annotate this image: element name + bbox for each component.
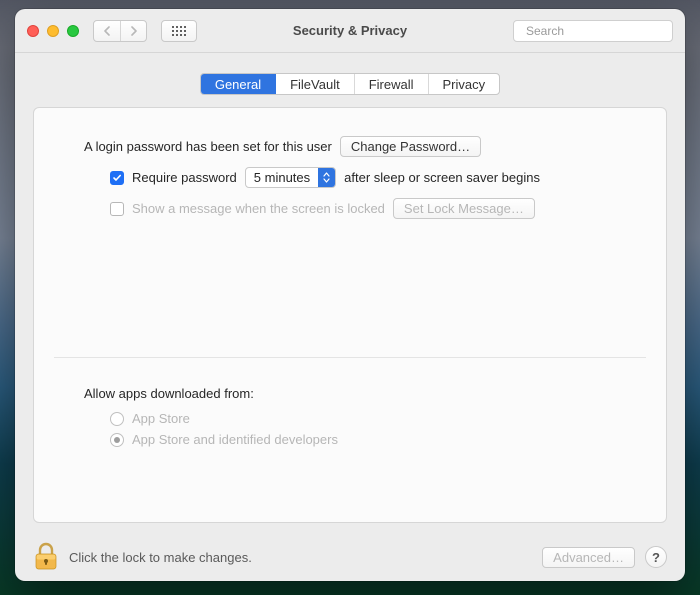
radio-app-store-label: App Store <box>132 411 190 426</box>
show-lock-message-label: Show a message when the screen is locked <box>132 201 385 216</box>
require-password-label-before: Require password <box>132 170 237 185</box>
tabs: General FileVault Firewall Privacy <box>200 73 500 95</box>
back-button[interactable] <box>94 21 120 41</box>
radio-identified-developers-label: App Store and identified developers <box>132 432 338 447</box>
radio-app-store: App Store <box>110 411 646 426</box>
change-password-button[interactable]: Change Password… <box>340 136 481 157</box>
forward-button[interactable] <box>120 21 146 41</box>
check-icon <box>112 173 122 183</box>
show-lock-message-checkbox <box>110 202 124 216</box>
login-password-row: A login password has been set for this u… <box>84 136 646 157</box>
content-area: General FileVault Firewall Privacy A log… <box>15 53 685 533</box>
zoom-window-button[interactable] <box>67 25 79 37</box>
require-password-label-after: after sleep or screen saver begins <box>344 170 540 185</box>
radio-app-store-button <box>110 412 124 426</box>
set-lock-message-button: Set Lock Message… <box>393 198 535 219</box>
tab-firewall[interactable]: Firewall <box>355 74 429 94</box>
show-all-button[interactable] <box>161 20 197 42</box>
require-password-delay-value: 5 minutes <box>246 170 318 185</box>
nav-back-forward <box>93 20 147 42</box>
preferences-window: Security & Privacy General FileVault Fir… <box>15 9 685 581</box>
require-password-checkbox[interactable] <box>110 171 124 185</box>
radio-identified-developers: App Store and identified developers <box>110 432 646 447</box>
close-window-button[interactable] <box>27 25 39 37</box>
tab-filevault[interactable]: FileVault <box>276 74 355 94</box>
allow-apps-label: Allow apps downloaded from: <box>84 386 646 401</box>
separator <box>54 357 646 358</box>
lock-button[interactable] <box>33 542 59 572</box>
require-password-row: Require password 5 minutes after sleep o… <box>110 167 646 188</box>
search-input[interactable] <box>524 23 683 39</box>
lock-icon <box>33 542 59 572</box>
radio-identified-developers-button <box>110 433 124 447</box>
require-password-delay-popup[interactable]: 5 minutes <box>245 167 336 188</box>
popup-stepper-icon <box>318 168 335 187</box>
footer: Click the lock to make changes. Advanced… <box>15 533 685 581</box>
help-button[interactable]: ? <box>645 546 667 568</box>
tab-bar: General FileVault Firewall Privacy <box>33 73 667 95</box>
advanced-button: Advanced… <box>542 547 635 568</box>
window-controls <box>27 25 79 37</box>
minimize-window-button[interactable] <box>47 25 59 37</box>
tab-privacy[interactable]: Privacy <box>429 74 500 94</box>
show-lock-message-row: Show a message when the screen is locked… <box>110 198 646 219</box>
tab-general[interactable]: General <box>201 74 276 94</box>
search-field[interactable] <box>513 20 673 42</box>
login-password-text: A login password has been set for this u… <box>84 139 332 154</box>
grid-icon <box>172 26 186 36</box>
general-pane: A login password has been set for this u… <box>33 107 667 523</box>
titlebar: Security & Privacy <box>15 9 685 53</box>
lock-text: Click the lock to make changes. <box>69 550 252 565</box>
